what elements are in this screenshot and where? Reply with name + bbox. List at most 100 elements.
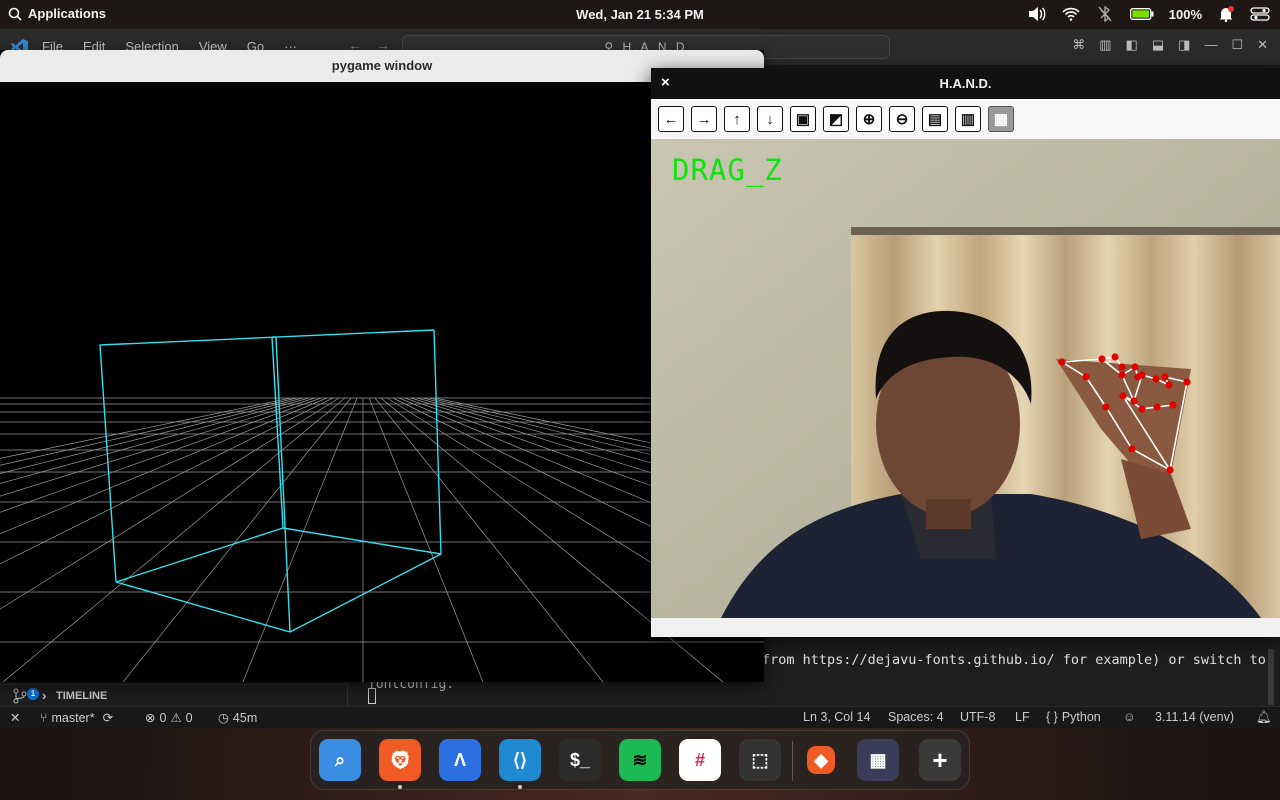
- encoding[interactable]: UTF-8: [960, 710, 995, 724]
- slack-app[interactable]: #: [679, 739, 721, 781]
- branch-indicator[interactable]: ⑂ master* ⟳: [40, 710, 114, 726]
- scm-badge: 1: [27, 688, 39, 700]
- hand-landmark: [1161, 373, 1169, 381]
- grid-line: [2, 397, 346, 682]
- 3d-scene: [0, 329, 764, 682]
- hand-window[interactable]: × H.A.N.D. ← → ↑ ↓ ▣ ◩ ⊕ ⊖ ▤ ▥ ▦ DRAG_Z: [651, 68, 1280, 637]
- hand-landmark: [1165, 381, 1173, 389]
- toggle-sidebar-icon[interactable]: ◧: [1126, 37, 1138, 53]
- hand-bone: [1105, 406, 1133, 450]
- zoom-in-icon[interactable]: ⊕: [856, 106, 882, 132]
- image-icon[interactable]: ▣: [790, 106, 816, 132]
- language-mode[interactable]: { } Python: [1046, 710, 1101, 724]
- timeline-label: TIMELINE: [56, 690, 108, 702]
- indentation[interactable]: Spaces: 4: [888, 710, 944, 724]
- pygame-window[interactable]: pygame window: [0, 50, 764, 682]
- time-tracker[interactable]: ◷ 45m: [218, 710, 257, 726]
- down-icon[interactable]: ↓: [757, 106, 783, 132]
- volume-icon[interactable]: [1027, 5, 1047, 23]
- toggle-panel-icon[interactable]: ⬓: [1152, 37, 1164, 53]
- close-icon[interactable]: ✕: [1257, 37, 1268, 53]
- image-toolbar: ← → ↑ ↓ ▣ ◩ ⊕ ⊖ ▤ ▥ ▦: [651, 99, 1280, 139]
- hand-bone: [1122, 395, 1171, 471]
- terminal-cursor: [368, 688, 376, 704]
- hand-landmark: [1082, 373, 1090, 381]
- timeline-section[interactable]: 1 › TIMELINE: [0, 684, 348, 706]
- hand-landmark: [1152, 375, 1160, 383]
- terminal-scrollbar[interactable]: [1268, 649, 1274, 705]
- brave-app[interactable]: 🦁︎: [379, 739, 421, 781]
- brave-running-dot: [398, 785, 402, 789]
- wifi-icon[interactable]: [1061, 5, 1081, 23]
- branch-name: master*: [51, 710, 95, 725]
- hand-landmark: [1131, 363, 1139, 371]
- system-top-bar: Applications Wed, Jan 21 5:34 PM 100%: [0, 0, 1280, 29]
- copilot-status-icon[interactable]: ☺: [1123, 710, 1136, 724]
- forward-icon[interactable]: →: [691, 106, 717, 132]
- maximize-icon[interactable]: ☐: [1231, 37, 1243, 53]
- warning-count: 0: [185, 710, 193, 725]
- finder-app[interactable]: ⌕: [319, 739, 361, 781]
- grid-line: [242, 397, 358, 682]
- git-branch-icon: ⑂: [40, 710, 48, 725]
- end-of-line[interactable]: LF: [1015, 710, 1030, 724]
- layout-icon[interactable]: ▥: [1099, 37, 1111, 53]
- notifications-icon[interactable]: 🔔︎: [1256, 710, 1272, 725]
- history-icon: ◷: [218, 711, 229, 725]
- save-icon[interactable]: ▤: [922, 106, 948, 132]
- battery-percent: 100%: [1168, 6, 1202, 22]
- toggle-secondary-sidebar-icon[interactable]: ◨: [1178, 37, 1190, 53]
- system-tray: 100%: [1027, 5, 1270, 23]
- grid-line: [0, 397, 334, 565]
- clock[interactable]: Wed, Jan 21 5:34 PM: [576, 7, 704, 22]
- hand-landmark: [1118, 371, 1126, 379]
- hand-title-bar[interactable]: × H.A.N.D.: [651, 68, 1280, 99]
- arc-app[interactable]: Λ: [439, 739, 481, 781]
- hand-landmark: [1130, 397, 1138, 405]
- applications-menu[interactable]: Applications: [8, 6, 106, 21]
- zoom-out-icon[interactable]: ⊖: [889, 106, 915, 132]
- problems-indicator[interactable]: ⊗ 0 ⚠ 0: [145, 710, 193, 726]
- hand-bone: [1085, 376, 1107, 408]
- hand-bone: [1131, 448, 1171, 471]
- cube-edge: [115, 581, 291, 633]
- pygame-canvas[interactable]: [0, 82, 764, 682]
- image-settings-icon[interactable]: ◩: [823, 106, 849, 132]
- app-group[interactable]: ▦: [857, 739, 899, 781]
- notification-bell-icon[interactable]: [1216, 5, 1236, 23]
- terminal-app[interactable]: $_: [559, 739, 601, 781]
- vscode-running-dot: [518, 785, 522, 789]
- pygame-title-bar[interactable]: pygame window: [0, 50, 764, 82]
- add-app[interactable]: +: [919, 739, 961, 781]
- battery-icon[interactable]: [1129, 5, 1155, 23]
- hand-bone: [1061, 361, 1087, 378]
- grid-line: [368, 397, 484, 682]
- error-icon: ⊗: [145, 711, 156, 725]
- grid-line: [0, 397, 304, 474]
- panel-divider: [347, 684, 348, 706]
- vscode-app[interactable]: ⟨⟩: [499, 739, 541, 781]
- grid-line: [374, 397, 604, 682]
- screenshot-app[interactable]: ⬚: [739, 739, 781, 781]
- source-control-icon[interactable]: [12, 688, 28, 704]
- python-interpreter[interactable]: 3.11.14 (venv): [1155, 710, 1234, 724]
- back-icon[interactable]: ←: [658, 106, 684, 132]
- settings-toggle-icon[interactable]: [1250, 5, 1270, 23]
- brave-small-app[interactable]: ◆: [807, 746, 835, 774]
- up-icon[interactable]: ↑: [724, 106, 750, 132]
- grid-line: [0, 397, 310, 484]
- cursor-position[interactable]: Ln 3, Col 14: [803, 710, 870, 724]
- properties-icon[interactable]: ▦: [988, 106, 1014, 132]
- applications-label: Applications: [28, 6, 107, 21]
- remote-icon[interactable]: ✕: [10, 710, 20, 725]
- sync-icon: ⟳: [102, 711, 114, 725]
- minimize-icon[interactable]: —: [1204, 37, 1217, 53]
- clipboard-icon[interactable]: ▥: [955, 106, 981, 132]
- cube-edge: [115, 527, 284, 583]
- spotify-app[interactable]: ≋: [619, 739, 661, 781]
- hand-title: H.A.N.D.: [939, 76, 992, 91]
- hand-landmark: [1166, 466, 1174, 474]
- hand-landmark: [1118, 363, 1126, 371]
- copilot-icon[interactable]: ⌘: [1072, 37, 1085, 53]
- bluetooth-off-icon[interactable]: [1095, 5, 1115, 23]
